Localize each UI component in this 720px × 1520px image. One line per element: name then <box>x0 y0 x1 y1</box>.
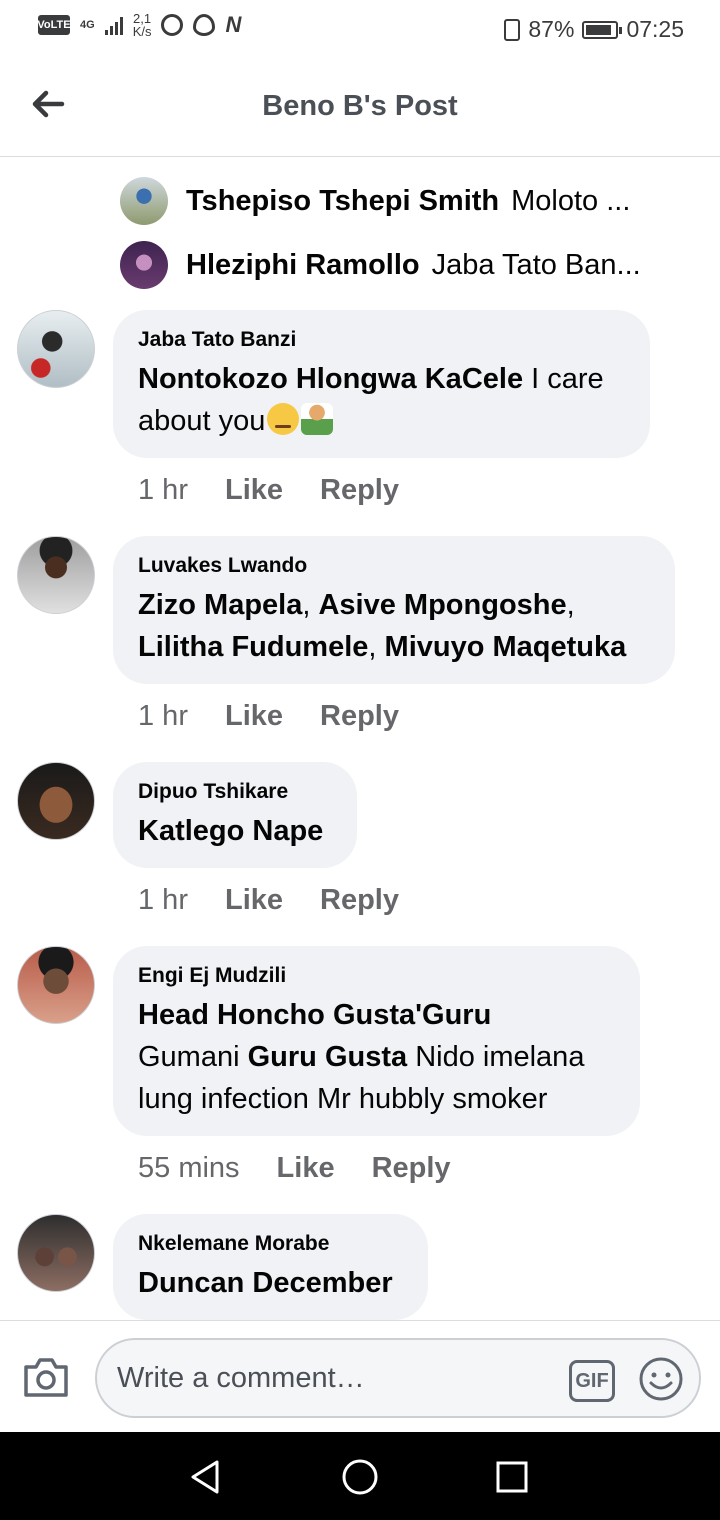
comment-body: Nontokozo Hlongwa KaCele I care about yo… <box>138 358 624 442</box>
signal-icon <box>104 15 123 35</box>
comment-body: Katlego Nape <box>138 810 331 852</box>
mention-link[interactable]: Duncan December <box>138 1267 393 1299</box>
mention-link[interactable]: Guru Gusta <box>248 1041 408 1073</box>
comment-text: Gumani <box>138 1041 240 1073</box>
reply-preview[interactable]: Tshepiso Tshepi Smith Moloto ... <box>120 176 680 226</box>
mention-link[interactable]: Mivuyo Maqetuka <box>385 631 627 663</box>
mention-link[interactable]: Head Honcho Gusta'Guru <box>138 999 491 1031</box>
comment-input-container: GIF <box>95 1338 701 1418</box>
like-button[interactable]: Like <box>225 700 283 733</box>
reply-text: Jaba Tato Ban... <box>431 248 641 281</box>
reply-author[interactable]: Tshepiso Tshepi Smith <box>186 185 499 218</box>
avatar[interactable] <box>17 762 95 840</box>
separator: , <box>368 631 377 663</box>
reply-button[interactable]: Reply <box>320 700 399 733</box>
camera-icon[interactable] <box>22 1355 70 1399</box>
mention-link[interactable]: Zizo Mapela <box>138 589 302 621</box>
avatar <box>120 241 168 289</box>
avatar[interactable] <box>17 946 95 1024</box>
comment-author[interactable]: Engi Ej Mudzili <box>138 964 614 988</box>
battery-percent: 87% <box>528 16 575 42</box>
home-circle-icon[interactable] <box>337 1454 383 1500</box>
gif-button[interactable]: GIF <box>569 1360 615 1402</box>
avatar[interactable] <box>17 1214 95 1292</box>
reply-text: Moloto ... <box>511 184 631 217</box>
system-nav-bar <box>0 1432 720 1520</box>
reply-button[interactable]: Reply <box>320 474 399 507</box>
comment-time: 1 hr <box>138 700 188 732</box>
net-speed: 2,1 K/s <box>133 12 152 38</box>
mention-link[interactable]: Nontokozo Hlongwa KaCele <box>138 363 523 395</box>
comment-composer: GIF <box>0 1320 720 1432</box>
avatar[interactable] <box>17 310 95 388</box>
status-right: 87% 07:25 <box>504 16 684 43</box>
post-header: Beno B's Post <box>0 60 720 157</box>
comment-actions: 1 hr Like Reply <box>138 884 399 917</box>
comment-actions: 55 mins Like Reply <box>138 1152 451 1185</box>
net-speed-unit: K/s <box>132 24 152 39</box>
comment-author[interactable]: Jaba Tato Banzi <box>138 328 624 352</box>
comment-body: Duncan December <box>138 1262 402 1304</box>
status-bar: VoLTE 4G 2,1 K/s N 87% 07:25 <box>0 0 720 60</box>
comment-bubble: Dipuo Tshikare Katlego Nape <box>113 762 357 868</box>
separator: , <box>302 589 311 621</box>
back-triangle-icon[interactable] <box>183 1454 229 1500</box>
network-type: 4G <box>80 19 95 31</box>
data-saver-icon <box>161 14 184 36</box>
clock: 07:25 <box>626 16 684 42</box>
avatar <box>120 177 168 225</box>
comment-body: Zizo Mapela, Asive Mpongoshe, Lilitha Fu… <box>138 584 649 668</box>
comment-bubble: Engi Ej Mudzili Head Honcho Gusta'Guru G… <box>113 946 640 1136</box>
smiley-icon[interactable] <box>638 1356 684 1402</box>
reply-button[interactable]: Reply <box>320 884 399 917</box>
mention-link[interactable]: Asive Mpongoshe <box>318 589 566 621</box>
mention-link[interactable]: Lilitha Fudumele <box>138 631 368 663</box>
comment-bubble: Luvakes Lwando Zizo Mapela, Asive Mpongo… <box>113 536 675 684</box>
like-button[interactable]: Like <box>225 884 283 917</box>
reply-button[interactable]: Reply <box>372 1152 451 1185</box>
volte-badge: VoLTE <box>37 15 71 35</box>
avatar[interactable] <box>17 536 95 614</box>
comment-actions: 1 hr Like Reply <box>138 700 399 733</box>
person-tipping-hand-icon <box>301 403 334 435</box>
vibrate-icon <box>504 18 521 41</box>
battery-icon <box>582 20 623 39</box>
relieved-face-icon <box>267 403 300 435</box>
like-button[interactable]: Like <box>277 1152 335 1185</box>
comment-author[interactable]: Luvakes Lwando <box>138 554 649 578</box>
like-button[interactable]: Like <box>225 474 283 507</box>
nfc-icon: N <box>225 12 242 37</box>
mention-link[interactable]: Katlego Nape <box>138 815 323 847</box>
reply-author[interactable]: Hleziphi Ramollo <box>186 249 420 282</box>
comment-time: 55 mins <box>138 1152 240 1184</box>
comment-bubble: Nkelemane Morabe Duncan December <box>113 1214 428 1320</box>
comment-body: Head Honcho Gusta'Guru Gumani Guru Gusta… <box>138 994 614 1120</box>
comment-author[interactable]: Dipuo Tshikare <box>138 780 331 804</box>
separator: , <box>566 589 575 621</box>
reply-preview[interactable]: Hleziphi Ramollo Jaba Tato Ban... <box>120 240 680 290</box>
recents-square-icon[interactable] <box>489 1454 535 1500</box>
eye-comfort-icon <box>193 14 216 36</box>
page-title: Beno B's Post <box>262 90 458 122</box>
status-left: VoLTE 4G 2,1 K/s N <box>37 12 242 38</box>
comment-time: 1 hr <box>138 884 188 916</box>
comment-time: 1 hr <box>138 474 188 506</box>
comment-author[interactable]: Nkelemane Morabe <box>138 1232 402 1256</box>
comment-actions: 1 hr Like Reply <box>138 474 399 507</box>
comment-input[interactable] <box>117 1358 557 1398</box>
comment-bubble: Jaba Tato Banzi Nontokozo Hlongwa KaCele… <box>113 310 650 458</box>
